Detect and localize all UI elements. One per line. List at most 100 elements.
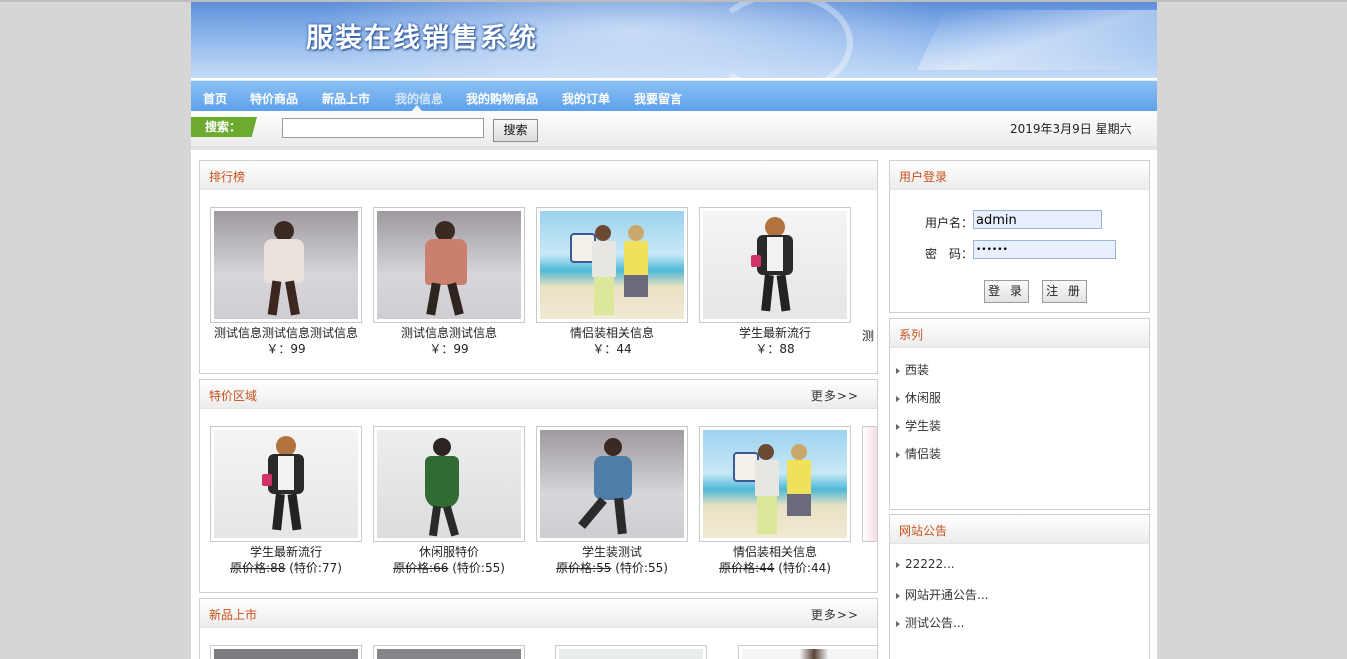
nav-my-cart[interactable]: 我的购物商品 [466, 90, 538, 107]
arrow-right-icon [896, 423, 900, 430]
series-item-label[interactable]: 学生装 [905, 419, 941, 433]
nav-leave-message[interactable]: 我要留言 [634, 90, 682, 107]
search-bar: 搜索： 搜索 2019年3月9日 星期六 [191, 111, 1157, 150]
product-image-frame[interactable] [555, 645, 707, 659]
product-card[interactable]: 情侣装相关信息 原价格:44 (特价:44) [699, 426, 851, 576]
series-item[interactable]: 休闲服 [896, 389, 941, 406]
product-card[interactable]: 学生最新流行 原价格:88 (特价:77) [210, 426, 362, 576]
product-name[interactable]: 学生装测试 [536, 544, 688, 560]
product-image-frame[interactable] [699, 426, 851, 542]
woman-pink-coat-photo[interactable] [377, 211, 521, 319]
new-arrivals-header: 新品上市 更多>> [200, 599, 877, 628]
product-image-frame[interactable] [210, 645, 362, 659]
product-card[interactable]: 学生最新流行 ￥：88 [699, 207, 851, 357]
product-image-frame[interactable] [738, 645, 877, 659]
couple-beach-photo[interactable] [703, 430, 847, 538]
notice-item[interactable]: 网站开通公告... [896, 586, 988, 603]
nav-home[interactable]: 首页 [203, 90, 227, 107]
nav-new-arrivals[interactable]: 新品上市 [322, 90, 370, 107]
notice-item[interactable]: 22222... [896, 557, 955, 571]
register-button[interactable]: 注 册 [1042, 280, 1087, 303]
product-photo[interactable] [742, 649, 877, 659]
notice-item[interactable]: 测试公告... [896, 614, 964, 631]
product-image-frame[interactable] [210, 207, 362, 323]
password-label: 密 码： [925, 247, 974, 261]
product-photo[interactable] [214, 649, 358, 659]
username-label: 用户名： [925, 216, 974, 230]
notice-title: 网站公告 [899, 524, 948, 538]
product-price: 原价格:44 (特价:44) [699, 560, 851, 576]
product-image-frame[interactable] [210, 426, 362, 542]
product-image-frame[interactable] [536, 426, 688, 542]
series-item[interactable]: 学生装 [896, 417, 941, 434]
special-price: (特价:77) [289, 561, 342, 575]
notice-header: 网站公告 [890, 515, 1149, 544]
woman-green-dress-photo[interactable] [377, 430, 521, 538]
product-name[interactable]: 情侣装相关信息 [536, 325, 688, 341]
site-title: 服装在线销售系统 [306, 23, 538, 54]
product-name[interactable]: 测试信息测试信息测试信息 [210, 325, 362, 341]
original-price: 55 [596, 561, 612, 575]
product-image-partial[interactable] [862, 426, 877, 542]
series-item-label[interactable]: 西装 [905, 363, 929, 377]
login-button[interactable]: 登 录 [984, 280, 1029, 303]
product-image-frame[interactable] [373, 207, 525, 323]
product-name[interactable]: 情侣装相关信息 [699, 544, 851, 560]
product-card[interactable]: 学生装测试 原价格:55 (特价:55) [536, 426, 688, 576]
password-field[interactable]: •••••• [973, 240, 1116, 259]
series-panel: 系列 西装 休闲服 学生装 情侣装 [889, 318, 1150, 510]
login-title: 用户登录 [899, 170, 948, 184]
product-name-partial[interactable]: 测 [862, 327, 874, 344]
username-field[interactable]: admin [973, 210, 1102, 229]
product-card[interactable]: 休闲服特价 原价格:66 (特价:55) [373, 426, 525, 576]
notice-item-label[interactable]: 22222... [905, 557, 955, 571]
product-price: 原价格:66 (特价:55) [373, 560, 525, 576]
special-title: 特价区域 [209, 389, 258, 403]
woman-black-cardigan-photo[interactable] [703, 211, 847, 319]
notice-item-label[interactable]: 网站开通公告... [905, 588, 988, 602]
woman-white-coat-photo[interactable] [214, 211, 358, 319]
search-button[interactable]: 搜索 [493, 119, 538, 142]
arrow-right-icon [896, 451, 900, 458]
current-date: 2019年3月9日 星期六 [1010, 122, 1132, 136]
site-banner: 服装在线销售系统 [191, 2, 1157, 78]
special-price: (特价:55) [615, 561, 668, 575]
arrow-right-icon [896, 395, 900, 402]
product-name[interactable]: 学生最新流行 [210, 544, 362, 560]
series-header: 系列 [890, 319, 1149, 348]
product-price: ￥：99 [266, 342, 306, 356]
series-title: 系列 [899, 328, 924, 342]
search-input[interactable] [282, 118, 484, 138]
special-more-link[interactable]: 更多>> [811, 387, 859, 404]
product-image-frame[interactable] [699, 207, 851, 323]
product-image-frame[interactable] [373, 426, 525, 542]
product-name[interactable]: 休闲服特价 [373, 544, 525, 560]
woman-black-cardigan-photo[interactable] [214, 430, 358, 538]
product-image-frame[interactable] [536, 207, 688, 323]
product-image-frame[interactable] [373, 645, 525, 659]
page-container: 服装在线销售系统 首页 特价商品 新品上市 我的信息 我的购物商品 我的订单 我… [191, 2, 1157, 659]
original-price-label: 原价格: [719, 561, 760, 575]
couple-beach-photo[interactable] [540, 211, 684, 319]
product-photo[interactable] [377, 649, 521, 659]
product-photo[interactable] [559, 649, 703, 659]
series-item[interactable]: 西装 [896, 361, 929, 378]
nav-my-orders[interactable]: 我的订单 [562, 90, 610, 107]
original-price: 66 [433, 561, 449, 575]
product-name[interactable]: 测试信息测试信息 [373, 325, 525, 341]
product-card[interactable]: 测试信息测试信息 ￥：99 [373, 207, 525, 357]
original-price-label: 原价格: [230, 561, 271, 575]
notice-item-label[interactable]: 测试公告... [905, 616, 964, 630]
main-nav: 首页 特价商品 新品上市 我的信息 我的购物商品 我的订单 我要留言 [191, 80, 1157, 112]
search-label: 搜索： [191, 117, 257, 137]
product-card[interactable]: 测试信息测试信息测试信息 ￥：99 [210, 207, 362, 357]
woman-denim-photo[interactable] [540, 430, 684, 538]
product-card[interactable]: 情侣装相关信息 ￥：44 [536, 207, 688, 357]
ranking-title: 排行榜 [209, 170, 246, 184]
product-name[interactable]: 学生最新流行 [699, 325, 851, 341]
series-item[interactable]: 情侣装 [896, 445, 941, 462]
new-arrivals-more-link[interactable]: 更多>> [811, 606, 859, 623]
series-item-label[interactable]: 休闲服 [905, 391, 941, 405]
series-item-label[interactable]: 情侣装 [905, 447, 941, 461]
nav-special-products[interactable]: 特价商品 [250, 90, 298, 107]
